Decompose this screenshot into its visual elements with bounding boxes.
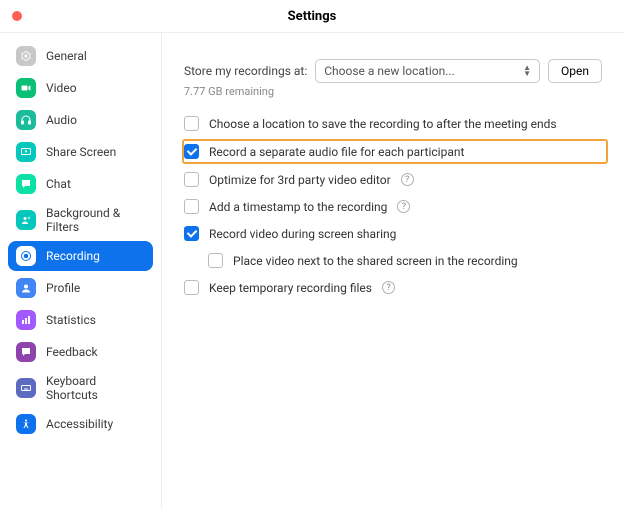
location-select-value: Choose a new location... (324, 64, 455, 78)
option-record-video-sharing[interactable]: Record video during screen sharing (184, 226, 602, 241)
sidebar-item-background-filters[interactable]: Background & Filters (8, 201, 153, 239)
option-keep-temp-files[interactable]: Keep temporary recording files ? (184, 280, 602, 295)
option-label: Keep temporary recording files (209, 281, 372, 295)
sidebar-item-label: Statistics (46, 313, 96, 327)
option-label: Add a timestamp to the recording (209, 200, 387, 214)
sidebar-item-label: General (46, 49, 87, 63)
sidebar-item-label: Feedback (46, 345, 98, 359)
sidebar-item-statistics[interactable]: Statistics (8, 305, 153, 335)
sidebar-item-chat[interactable]: Chat (8, 169, 153, 199)
sidebar-item-label: Chat (46, 177, 71, 191)
help-icon[interactable]: ? (397, 200, 410, 213)
option-label: Optimize for 3rd party video editor (209, 173, 391, 187)
feedback-icon (16, 342, 36, 362)
option-optimize-editor[interactable]: Optimize for 3rd party video editor ? (184, 172, 602, 187)
accessibility-icon (16, 414, 36, 434)
close-window-dot[interactable] (12, 11, 22, 21)
updown-icon: ▲▼ (523, 65, 531, 77)
sidebar-item-label: Profile (46, 281, 80, 295)
sidebar-item-label: Keyboard Shortcuts (46, 374, 145, 402)
option-label: Record a separate audio file for each pa… (209, 145, 464, 159)
statistics-icon (16, 310, 36, 330)
video-icon (16, 78, 36, 98)
store-location-label: Store my recordings at: (184, 64, 307, 78)
sidebar-item-general[interactable]: General (8, 41, 153, 71)
chat-icon (16, 174, 36, 194)
options-list: Choose a location to save the recording … (184, 116, 602, 295)
titlebar: Settings (0, 0, 624, 32)
headphones-icon (16, 110, 36, 130)
sidebar-item-label: Accessibility (46, 417, 113, 431)
option-label: Place video next to the shared screen in… (233, 254, 518, 268)
sidebar: General Video Audio Share Screen Chat (0, 33, 162, 509)
sidebar-item-label: Share Screen (46, 145, 116, 159)
option-separate-audio[interactable]: Record a separate audio file for each pa… (182, 139, 608, 164)
store-location-row: Store my recordings at: Choose a new loc… (184, 59, 602, 83)
sidebar-item-accessibility[interactable]: Accessibility (8, 409, 153, 439)
sidebar-item-keyboard-shortcuts[interactable]: Keyboard Shortcuts (8, 369, 153, 407)
sidebar-item-label: Background & Filters (46, 206, 145, 234)
checkbox[interactable] (184, 280, 199, 295)
profile-icon (16, 278, 36, 298)
sidebar-item-label: Audio (46, 113, 77, 127)
help-icon[interactable]: ? (382, 281, 395, 294)
record-icon (16, 246, 36, 266)
sidebar-item-recording[interactable]: Recording (8, 241, 153, 271)
sidebar-item-profile[interactable]: Profile (8, 273, 153, 303)
checkbox[interactable] (184, 226, 199, 241)
location-select[interactable]: Choose a new location... ▲▼ (315, 59, 540, 83)
option-label: Choose a location to save the recording … (209, 117, 557, 131)
sidebar-item-label: Recording (46, 249, 100, 263)
gear-icon (16, 46, 36, 66)
help-icon[interactable]: ? (401, 173, 414, 186)
checkbox[interactable] (208, 253, 223, 268)
option-video-next-to-screen[interactable]: Place video next to the shared screen in… (208, 253, 602, 268)
checkbox[interactable] (184, 116, 199, 131)
main-panel: Store my recordings at: Choose a new loc… (162, 33, 624, 509)
sidebar-item-share-screen[interactable]: Share Screen (8, 137, 153, 167)
option-label: Record video during screen sharing (209, 227, 396, 241)
user-sparkle-icon (16, 210, 36, 230)
checkbox[interactable] (184, 172, 199, 187)
keyboard-icon (16, 378, 36, 398)
sidebar-item-label: Video (46, 81, 77, 95)
content-wrap: General Video Audio Share Screen Chat (0, 32, 624, 509)
window-title: Settings (288, 9, 337, 24)
share-screen-icon (16, 142, 36, 162)
option-add-timestamp[interactable]: Add a timestamp to the recording ? (184, 199, 602, 214)
sidebar-item-video[interactable]: Video (8, 73, 153, 103)
checkbox[interactable] (184, 199, 199, 214)
open-button[interactable]: Open (548, 59, 602, 83)
checkbox[interactable] (184, 144, 199, 159)
option-choose-location[interactable]: Choose a location to save the recording … (184, 116, 602, 131)
storage-remaining-text: 7.77 GB remaining (184, 85, 602, 98)
sidebar-item-audio[interactable]: Audio (8, 105, 153, 135)
sidebar-item-feedback[interactable]: Feedback (8, 337, 153, 367)
